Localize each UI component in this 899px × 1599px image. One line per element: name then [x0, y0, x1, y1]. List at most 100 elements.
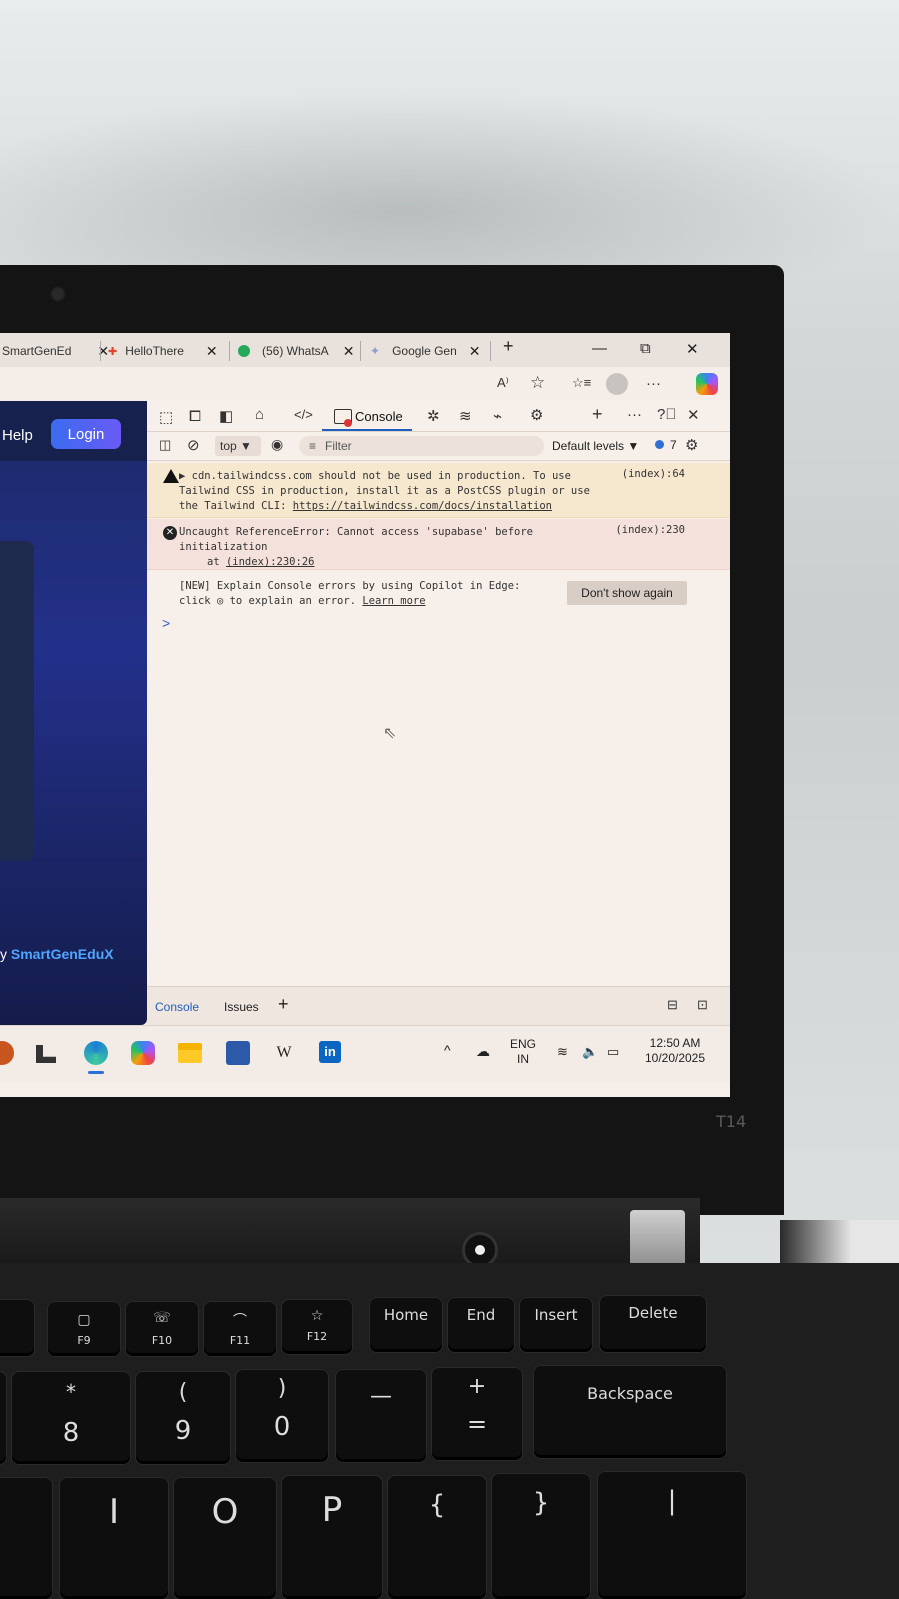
- close-icon[interactable]: ✕: [206, 343, 218, 360]
- close-drawer-icon[interactable]: ⊡: [697, 997, 708, 1013]
- issues-count[interactable]: 7: [670, 438, 677, 452]
- footer-brand[interactable]: SmartGenEduX: [11, 946, 114, 962]
- keyboard-key-bracket-right: }: [492, 1474, 590, 1599]
- keyboard-key-end: End: [448, 1298, 514, 1352]
- more-menu-icon[interactable]: ···: [646, 375, 661, 392]
- volume-icon[interactable]: 🔈: [582, 1044, 598, 1059]
- elements-icon[interactable]: </>: [294, 407, 313, 422]
- tab-whatsapp[interactable]: (56) WhatsA ✕: [238, 337, 354, 365]
- close-icon[interactable]: ✕: [343, 343, 355, 360]
- more-tools-plus-icon[interactable]: +: [592, 404, 603, 425]
- linkedin-icon[interactable]: in: [319, 1041, 341, 1063]
- welcome-home-icon[interactable]: ⌂: [255, 406, 264, 423]
- devtools-panel: ⬚ ⧠ ◧ ⌂ </> Console ✲ ≋ ⌁ ⚙ + ··· ?⃝ ✕ ◫…: [147, 401, 730, 1026]
- key-shift-label: (: [178, 1380, 188, 1405]
- copilot-icon[interactable]: [696, 373, 718, 395]
- sources-bug-icon[interactable]: ✲: [427, 407, 440, 425]
- key-shift-label: ): [277, 1376, 287, 1401]
- network-wifi-icon[interactable]: ≋: [459, 407, 472, 425]
- edge-icon[interactable]: [84, 1041, 108, 1065]
- favorite-star-icon[interactable]: ☆: [530, 373, 545, 393]
- windows-taskbar: W in ^ ☁ ENG IN ≋ 🔈 ▭ 12:50 AM 10/20/202…: [0, 1025, 730, 1082]
- hinge-cover: [630, 1210, 685, 1266]
- console-error-message: ✕ Uncaught ReferenceError: Cannot access…: [147, 519, 730, 570]
- settings-gear-icon[interactable]: ⚙: [530, 406, 543, 424]
- drawer-tab-issues[interactable]: Issues: [224, 1000, 259, 1014]
- tailwind-docs-link[interactable]: https://tailwindcss.com/docs/installatio…: [293, 500, 552, 512]
- keyboard-key-o: O: [174, 1478, 276, 1599]
- tab-smartgenedux[interactable]: SmartGenEd ✕: [2, 337, 109, 365]
- key-label: }: [532, 1488, 550, 1518]
- tab-label: (56) WhatsA: [262, 344, 329, 358]
- app-icon[interactable]: [36, 1045, 56, 1063]
- onedrive-cloud-icon[interactable]: ☁: [476, 1044, 490, 1059]
- profile-avatar-icon[interactable]: [606, 373, 628, 395]
- keyboard-key-minus: —: [336, 1370, 426, 1462]
- restore-button[interactable]: ⧉: [640, 340, 651, 357]
- info-text: [NEW] Explain Console errors by using Co…: [179, 579, 609, 609]
- info-explain: to explain an error.: [223, 595, 363, 607]
- tab-label: HelloThere: [125, 344, 184, 358]
- console-toolbar: ◫ ⊘ top ▼ ◉ ≡ Filter Default levels ▼ 7 …: [147, 432, 730, 461]
- more-options-icon[interactable]: ···: [627, 406, 642, 423]
- copilot-app-icon[interactable]: [131, 1041, 155, 1065]
- tab-google-gemini[interactable]: ✦ Google Gen ✕: [370, 337, 481, 365]
- context-selector[interactable]: top ▼: [215, 436, 261, 456]
- drawer-tab-console[interactable]: Console: [155, 1000, 199, 1014]
- learn-more-link[interactable]: Learn more: [362, 595, 425, 607]
- wikipedia-icon[interactable]: W: [272, 1041, 296, 1065]
- page-header: Help Login: [0, 401, 147, 461]
- window-close-button[interactable]: ✕: [686, 340, 699, 358]
- devtools-tab-bar: ⬚ ⧠ ◧ ⌂ </> Console ✲ ≋ ⌁ ⚙ + ··· ?⃝ ✕: [147, 401, 730, 432]
- sidebar-toggle-icon[interactable]: ◫: [159, 437, 171, 453]
- read-aloud-icon[interactable]: A⁾: [497, 375, 509, 391]
- close-icon[interactable]: ✕: [469, 343, 481, 360]
- warning-source-link[interactable]: (index):64: [622, 467, 685, 482]
- tab-label: SmartGenEd: [2, 344, 72, 358]
- new-tab-button[interactable]: +: [503, 336, 514, 357]
- clock[interactable]: 12:50 AM 10/20/2025: [640, 1036, 710, 1066]
- dock-drawer-icon[interactable]: ⊟: [667, 997, 678, 1013]
- battery-icon[interactable]: ▭: [607, 1044, 619, 1059]
- key-label: P: [321, 1490, 343, 1530]
- key-label: F12: [306, 1330, 328, 1343]
- show-hidden-icons-chevron[interactable]: ^: [444, 1043, 451, 1058]
- live-expression-eye-icon[interactable]: ◉: [271, 436, 283, 453]
- stack-location-link[interactable]: (index):230:26: [226, 556, 315, 568]
- drawer-add-tab-button[interactable]: +: [278, 994, 289, 1015]
- login-button[interactable]: Login: [51, 419, 121, 449]
- stack-at: at: [207, 556, 226, 568]
- microsoft-store-icon[interactable]: [226, 1041, 250, 1065]
- console-settings-gear-icon[interactable]: ⚙: [685, 436, 698, 454]
- console-filter-input[interactable]: ≡ Filter: [299, 436, 544, 456]
- key-label: F10: [151, 1334, 173, 1347]
- key-label: End: [466, 1306, 496, 1324]
- error-source-link[interactable]: (index):230: [615, 523, 685, 538]
- tab-hellothere[interactable]: ✚ HelloThere ✕: [108, 337, 218, 365]
- help-icon[interactable]: ?⃝: [657, 406, 677, 423]
- device-toolbar-icon[interactable]: ⧠: [189, 408, 201, 425]
- keyboard-key-f11: ⌒ F11: [204, 1302, 276, 1356]
- language-indicator[interactable]: ENG IN: [510, 1037, 536, 1067]
- tab-console[interactable]: Console: [322, 403, 412, 431]
- file-explorer-icon[interactable]: [178, 1043, 202, 1063]
- minimize-button[interactable]: —: [592, 340, 607, 357]
- performance-icon[interactable]: ⌁: [493, 407, 502, 425]
- help-link[interactable]: Help: [2, 427, 33, 444]
- dock-icon[interactable]: ◧: [219, 407, 233, 425]
- dont-show-again-button[interactable]: Don't show again: [567, 581, 687, 605]
- phone-icon: ☏: [153, 1310, 171, 1326]
- wifi-icon[interactable]: ≋: [557, 1044, 568, 1059]
- log-levels-dropdown[interactable]: Default levels ▼: [552, 439, 639, 453]
- browser-toolbar: A⁾ ☆ ☆≡ ···: [0, 367, 730, 402]
- favorites-icon[interactable]: ☆≡: [572, 375, 591, 391]
- active-app-indicator: [88, 1071, 104, 1074]
- firefox-icon[interactable]: [0, 1041, 14, 1065]
- key-label: Delete: [628, 1304, 678, 1322]
- mouse-cursor-icon: ⇖: [383, 725, 397, 742]
- console-prompt[interactable]: >: [162, 615, 170, 631]
- clear-console-icon[interactable]: ⊘: [187, 436, 200, 454]
- key-label: F11: [229, 1334, 251, 1347]
- close-devtools-icon[interactable]: ✕: [687, 406, 700, 424]
- inspect-icon[interactable]: ⬚: [159, 408, 173, 426]
